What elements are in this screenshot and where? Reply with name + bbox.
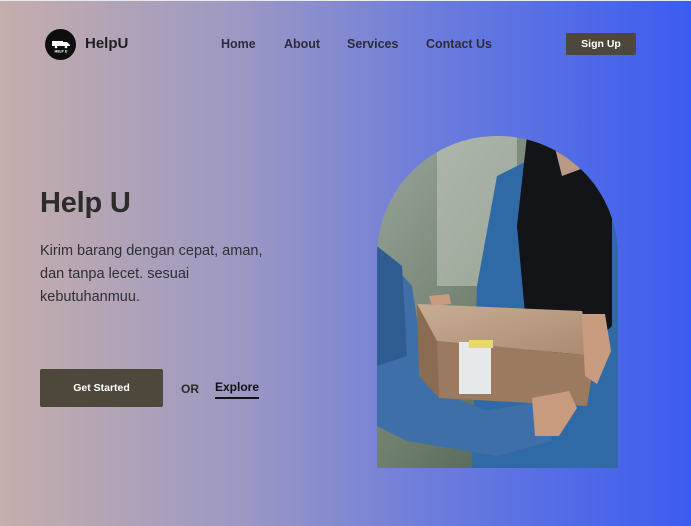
hero-description: Kirim barang dengan cepat, aman, dan tan… [40, 243, 263, 305]
or-label: OR [181, 382, 199, 396]
hero-title: Help U [40, 187, 131, 219]
logo[interactable]: HELP U [45, 29, 76, 60]
nav-about[interactable]: About [284, 37, 320, 51]
get-started-button[interactable]: Get Started [40, 369, 163, 407]
delivery-package-photo [377, 136, 618, 468]
sign-up-button[interactable]: Sign Up [566, 33, 636, 55]
hero-image [377, 136, 618, 468]
truck-logo-icon: HELP U [51, 40, 70, 53]
logo-text: HELP U [54, 49, 67, 53]
nav-services[interactable]: Services [347, 37, 398, 51]
nav-home[interactable]: Home [221, 37, 256, 51]
nav-contact-us[interactable]: Contact Us [426, 37, 492, 51]
brand-name[interactable]: HelpU [85, 35, 128, 52]
top-border [0, 0, 691, 1]
explore-link[interactable]: Explore [215, 380, 260, 399]
